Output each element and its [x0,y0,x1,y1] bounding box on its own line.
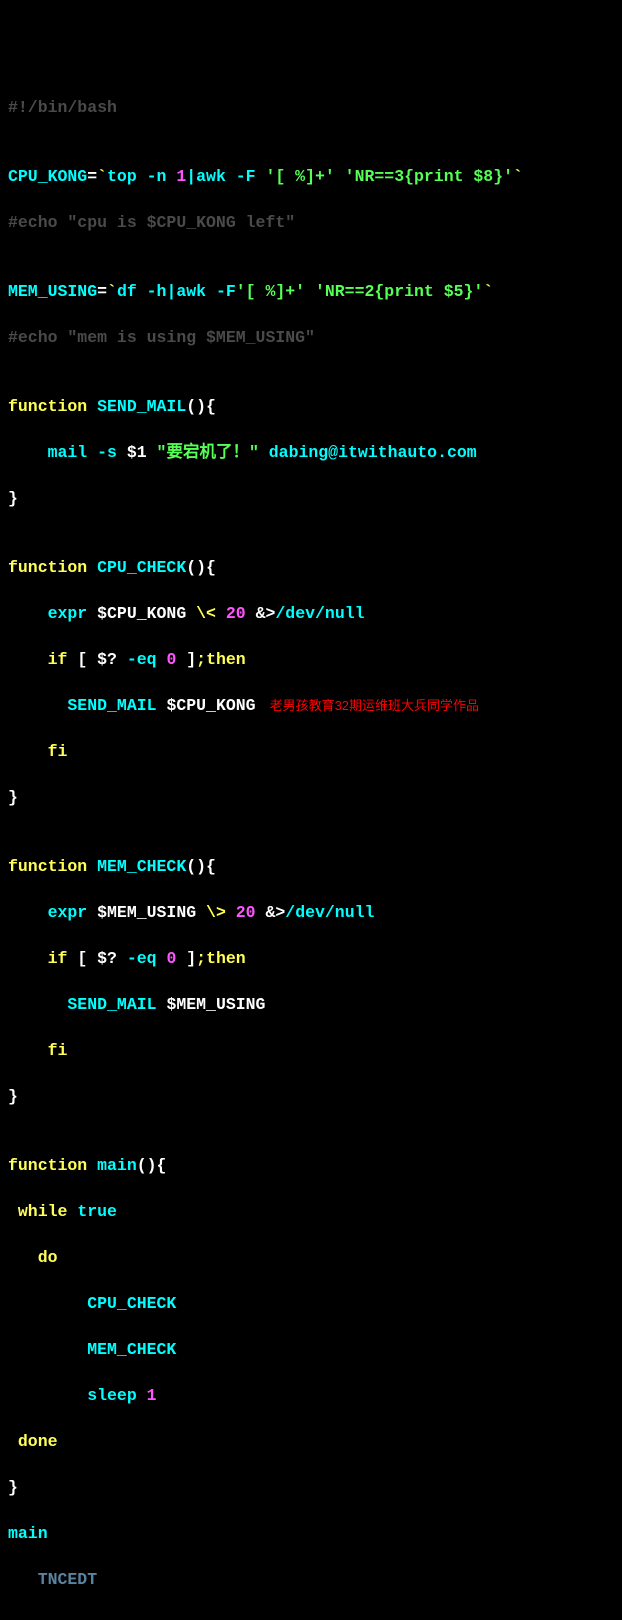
func-name: SEND_MAIL [87,397,186,416]
code-line: MEM_CHECK [8,1338,614,1361]
code-line: } [8,487,614,510]
func-name: main [87,1156,137,1175]
author-annotation: 老男孩教育32期运维班大兵同学作品 [270,698,479,713]
keyword-function: function [8,558,87,577]
code-line: fi [8,1039,614,1062]
comment: #echo "cpu is $CPU_KONG left" [8,213,295,232]
code-line: while true [8,1200,614,1223]
func-name: MEM_CHECK [87,857,186,876]
code-line: #!/bin/bash [8,96,614,119]
code-line: function MEM_CHECK(){ [8,855,614,878]
code-line: function SEND_MAIL(){ [8,395,614,418]
code-line: } [8,1085,614,1108]
code-line: do [8,1246,614,1269]
code-line: } [8,1476,614,1499]
keyword-function: function [8,857,87,876]
vim-mode-line: TNCEDT [8,1568,614,1591]
code-line: MEM_USING=`df -h|awk -F'[ %]+' 'NR==2{pr… [8,280,614,303]
keyword-function: function [8,397,87,416]
keyword-function: function [8,1156,87,1175]
code-line: SEND_MAIL $MEM_USING [8,993,614,1016]
shebang: #!/bin/bash [8,98,117,117]
code-line: mail -s $1 "要宕机了！" dabing@itwithauto.com [8,441,614,464]
var-name: MEM_USING [8,282,97,301]
code-line: #echo "mem is using $MEM_USING" [8,326,614,349]
func-name: CPU_CHECK [87,558,186,577]
code-line: expr $CPU_KONG \< 20 &>/dev/null [8,602,614,625]
code-line: if [ $? -eq 0 ];then [8,947,614,970]
var-name: CPU_KONG [8,167,87,186]
code-line: main [8,1522,614,1545]
code-line: fi [8,740,614,763]
code-line: function CPU_CHECK(){ [8,556,614,579]
code-line: sleep 1 [8,1384,614,1407]
code-line: CPU_CHECK [8,1292,614,1315]
code-line: CPU_KONG=`top -n 1|awk -F '[ %]+' 'NR==3… [8,165,614,188]
comment: #echo "mem is using $MEM_USING" [8,328,315,347]
code-line: } [8,786,614,809]
code-line: function main(){ [8,1154,614,1177]
code-line: done [8,1430,614,1453]
code-line: if [ $? -eq 0 ];then [8,648,614,671]
code-line: expr $MEM_USING \> 20 &>/dev/null [8,901,614,924]
code-line: #echo "cpu is $CPU_KONG left" [8,211,614,234]
code-line: SEND_MAIL $CPU_KONG老男孩教育32期运维班大兵同学作品 [8,694,614,717]
